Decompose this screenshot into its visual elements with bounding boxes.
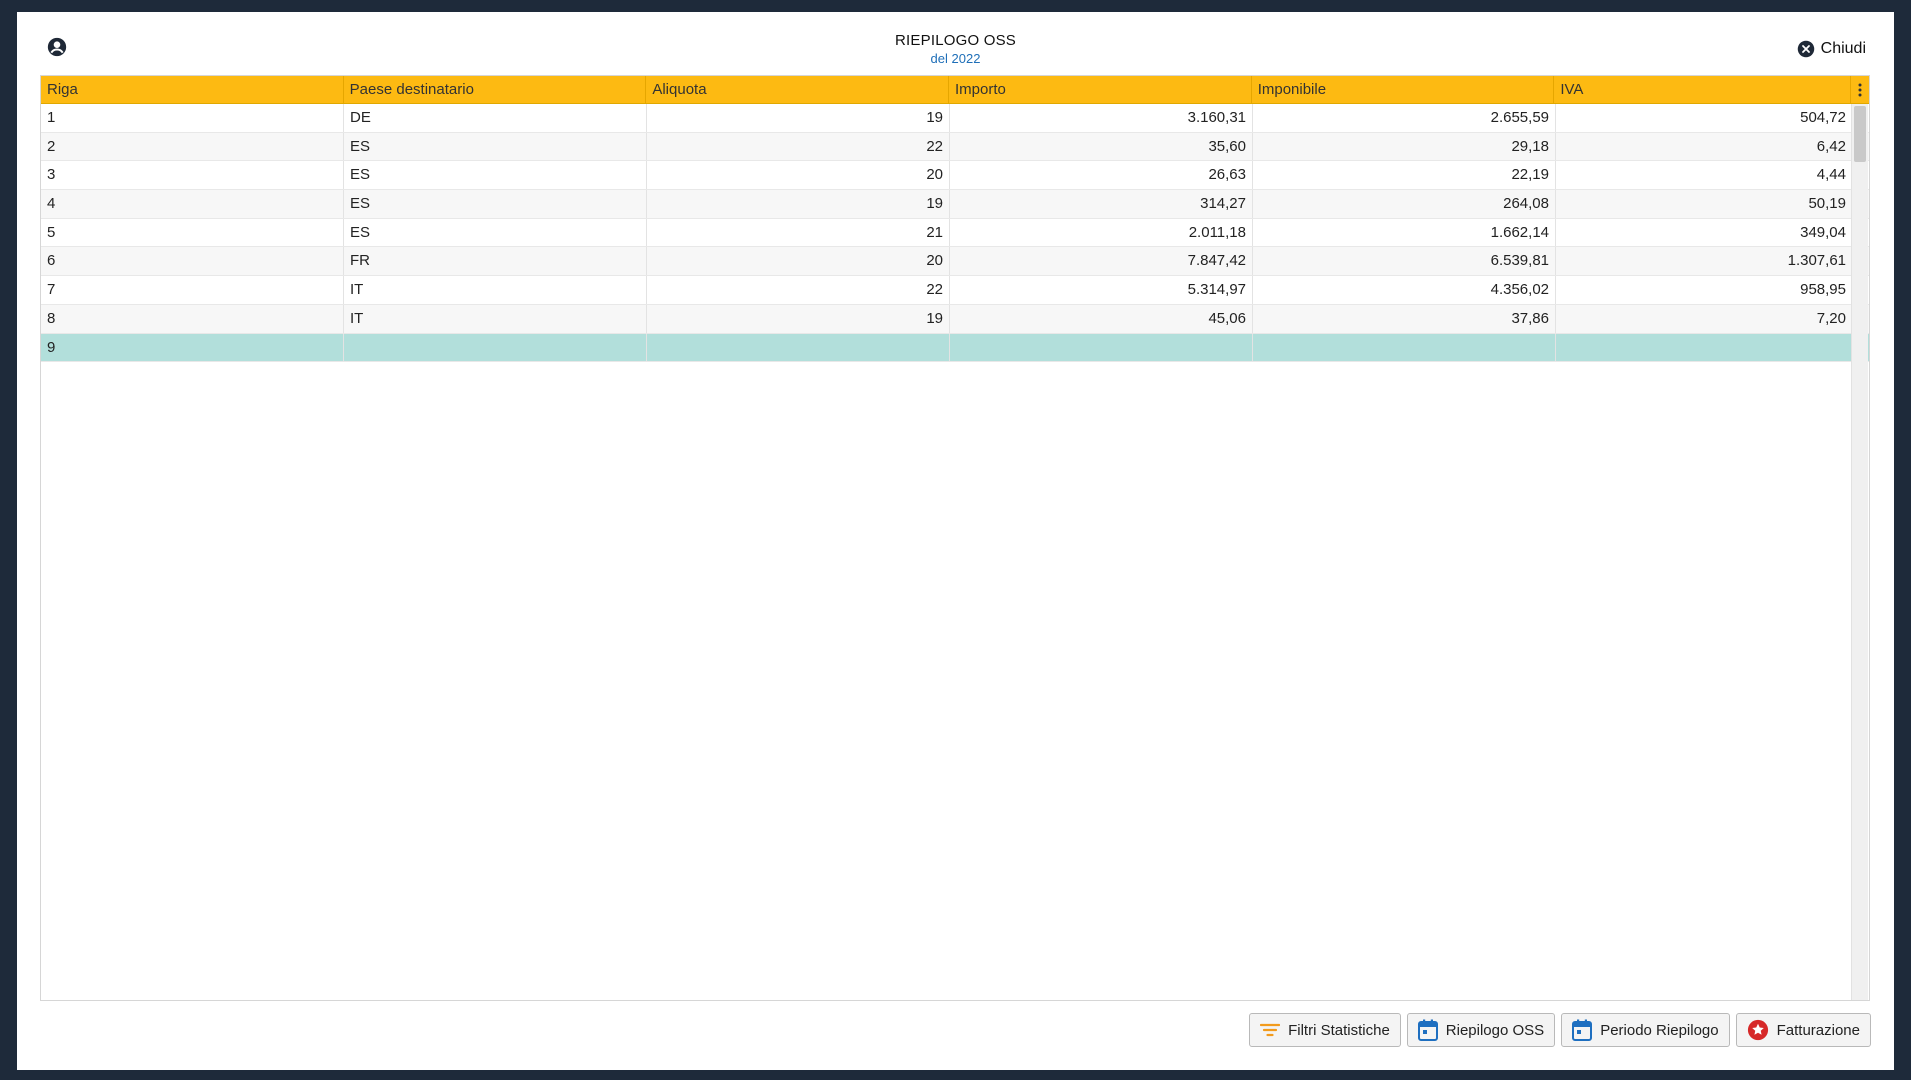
column-menu-button[interactable] — [1851, 76, 1869, 103]
cell-imponibile: 4.356,02 — [1253, 276, 1556, 304]
cell-riga: 4 — [41, 190, 344, 218]
dialog-window: RIEPILOGO OSS del 2022 Chiudi Riga Paese… — [17, 12, 1894, 1070]
fatturazione-button[interactable]: Fatturazione — [1735, 1013, 1871, 1047]
filtri-statistiche-button[interactable]: Filtri Statistiche — [1249, 1013, 1401, 1047]
cell-riga: 3 — [41, 161, 344, 190]
cell-riga: 6 — [41, 247, 344, 276]
cell-paese: IT — [344, 304, 647, 333]
cell-importo: 7.847,42 — [950, 247, 1253, 276]
riepilogo-oss-button[interactable]: Riepilogo OSS — [1406, 1013, 1556, 1047]
cell-importo: 5.314,97 — [950, 276, 1253, 304]
cell-imponibile: 1.662,14 — [1253, 218, 1556, 247]
cell-importo: 35,60 — [950, 132, 1253, 161]
grid-body: 1 DE 19 3.160,31 2.655,59 504,72 2 ES 22… — [41, 104, 1869, 363]
bottom-toolbar: Filtri Statistiche Riepilogo OSS Periodo… — [1249, 1013, 1871, 1047]
cell-importo: 2.011,18 — [950, 218, 1253, 247]
cell-imponibile: 6.539,81 — [1253, 247, 1556, 276]
cell-aliquota: 22 — [647, 132, 950, 161]
cell-paese: ES — [344, 218, 647, 247]
cell-importo: 26,63 — [950, 161, 1253, 190]
cell-imponibile — [1253, 333, 1556, 362]
riepilogo-oss-label: Riepilogo OSS — [1445, 1021, 1545, 1039]
vertical-scrollbar[interactable] — [1851, 104, 1868, 1000]
cell-paese: ES — [344, 161, 647, 190]
cell-riga: 7 — [41, 276, 344, 304]
star-badge-icon — [1747, 1019, 1768, 1041]
cell-riga: 9 — [41, 333, 344, 362]
cell-iva: 50,19 — [1556, 190, 1853, 218]
calendar-icon — [1417, 1019, 1438, 1041]
column-header-riga[interactable]: Riga — [41, 76, 344, 103]
cell-iva — [1556, 333, 1853, 362]
table-row[interactable]: 4 ES 19 314,27 264,08 50,19 — [41, 190, 1869, 219]
column-header-iva[interactable]: IVA — [1554, 76, 1852, 103]
table-row[interactable]: 5 ES 21 2.011,18 1.662,14 349,04 — [41, 218, 1869, 248]
close-circle-icon — [1797, 40, 1814, 58]
table-row[interactable]: 8 IT 19 45,06 37,86 7,20 — [41, 304, 1869, 334]
cell-imponibile: 2.655,59 — [1253, 104, 1556, 132]
cell-paese: FR — [344, 247, 647, 276]
cell-iva: 7,20 — [1556, 304, 1853, 333]
filter-icon — [1260, 1023, 1281, 1037]
cell-riga: 2 — [41, 132, 344, 161]
cell-paese: ES — [344, 190, 647, 218]
cell-imponibile: 37,86 — [1253, 304, 1556, 333]
cell-aliquota: 22 — [647, 276, 950, 304]
cell-iva: 504,72 — [1556, 104, 1853, 132]
cell-imponibile: 264,08 — [1253, 190, 1556, 218]
cell-importo: 3.160,31 — [950, 104, 1253, 132]
cell-iva: 958,95 — [1556, 276, 1853, 304]
column-header-importo[interactable]: Importo — [949, 76, 1252, 103]
cell-importo: 314,27 — [950, 190, 1253, 218]
calendar-icon — [1572, 1019, 1593, 1041]
title-block: RIEPILOGO OSS del 2022 — [17, 32, 1894, 66]
column-header-imponibile[interactable]: Imponibile — [1252, 76, 1555, 103]
periodo-riepilogo-button[interactable]: Periodo Riepilogo — [1561, 1013, 1730, 1047]
column-header-paese[interactable]: Paese destinatario — [344, 76, 647, 103]
oss-summary-grid: Riga Paese destinatario Aliquota Importo… — [40, 75, 1870, 1001]
table-row[interactable]: 6 FR 20 7.847,42 6.539,81 1.307,61 — [41, 247, 1869, 277]
cell-riga: 1 — [41, 104, 344, 132]
grid-header: Riga Paese destinatario Aliquota Importo… — [41, 76, 1869, 104]
cell-importo: 45,06 — [950, 304, 1253, 333]
cell-aliquota: 20 — [647, 161, 950, 190]
dots-vertical-icon — [1858, 83, 1862, 96]
filtri-statistiche-label: Filtri Statistiche — [1288, 1021, 1390, 1039]
cell-iva: 349,04 — [1556, 218, 1853, 247]
cell-paese — [344, 333, 647, 362]
close-button[interactable]: Chiudi — [1797, 40, 1866, 58]
cell-aliquota: 21 — [647, 218, 950, 247]
table-row-selected[interactable]: 9 — [41, 333, 1869, 363]
cell-aliquota: 19 — [647, 104, 950, 132]
cell-aliquota — [647, 333, 950, 362]
cell-paese: DE — [344, 104, 647, 132]
page-subtitle: del 2022 — [930, 51, 981, 66]
table-row[interactable]: 3 ES 20 26,63 22,19 4,44 — [41, 161, 1869, 191]
cell-aliquota: 20 — [647, 247, 950, 276]
fatturazione-label: Fatturazione — [1776, 1021, 1860, 1039]
cell-riga: 8 — [41, 304, 344, 333]
cell-paese: ES — [344, 132, 647, 161]
cell-imponibile: 29,18 — [1253, 132, 1556, 161]
cell-paese: IT — [344, 276, 647, 304]
table-row[interactable]: 7 IT 22 5.314,97 4.356,02 958,95 — [41, 276, 1869, 305]
column-header-aliquota[interactable]: Aliquota — [646, 76, 950, 103]
cell-aliquota: 19 — [647, 190, 950, 218]
scrollbar-thumb[interactable] — [1854, 106, 1866, 162]
cell-imponibile: 22,19 — [1253, 161, 1556, 190]
table-row[interactable]: 2 ES 22 35,60 29,18 6,42 — [41, 132, 1869, 162]
cell-riga: 5 — [41, 218, 344, 247]
periodo-riepilogo-label: Periodo Riepilogo — [1600, 1021, 1719, 1039]
cell-iva: 1.307,61 — [1556, 247, 1853, 276]
close-label: Chiudi — [1820, 40, 1866, 57]
page-title: RIEPILOGO OSS — [895, 32, 1016, 49]
cell-aliquota: 19 — [647, 304, 950, 333]
cell-iva: 4,44 — [1556, 161, 1853, 190]
cell-importo — [950, 333, 1253, 362]
table-row[interactable]: 1 DE 19 3.160,31 2.655,59 504,72 — [41, 104, 1869, 133]
cell-iva: 6,42 — [1556, 132, 1853, 161]
